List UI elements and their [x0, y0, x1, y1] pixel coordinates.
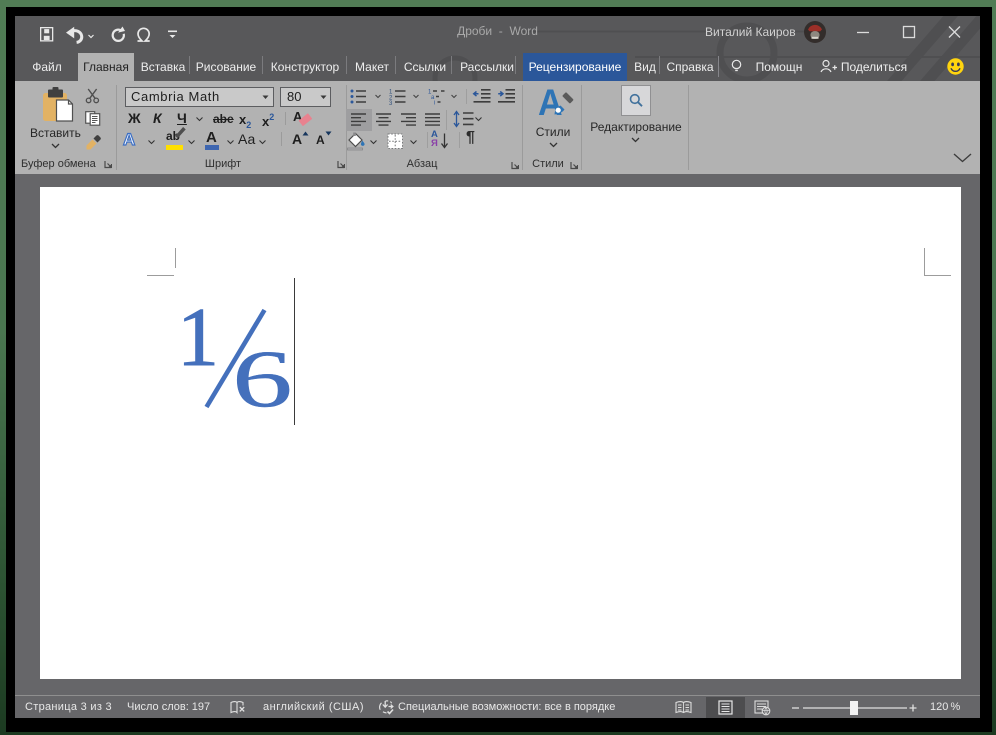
svg-text:i: i: [434, 101, 435, 107]
